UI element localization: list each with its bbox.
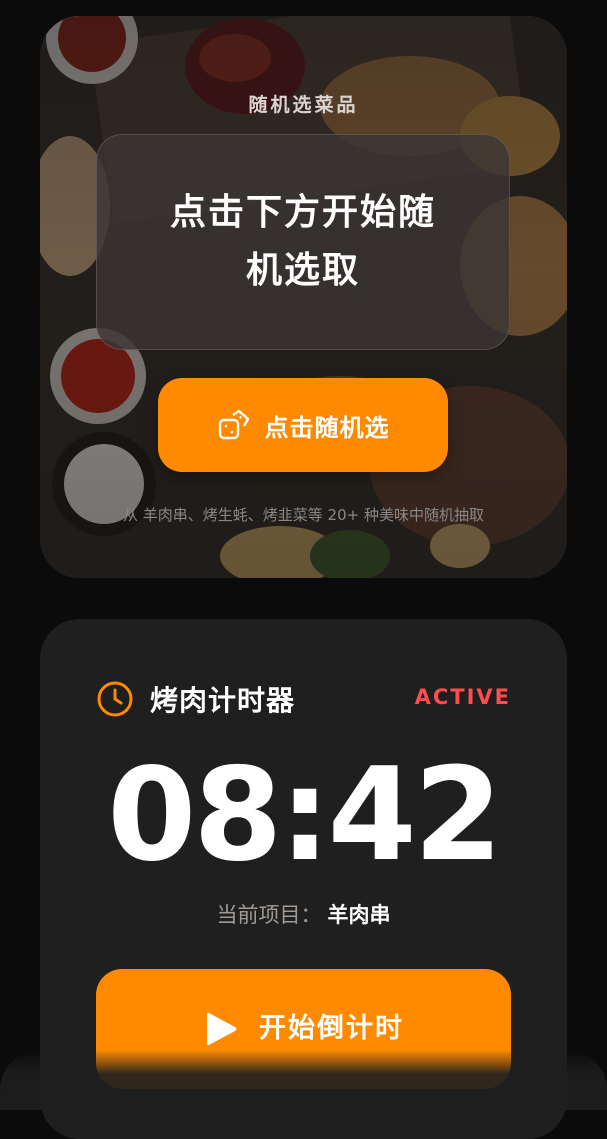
random-pick-label: 点击随机选 bbox=[264, 413, 390, 442]
start-countdown-label: 开始倒计时 bbox=[259, 1013, 404, 1044]
random-picker-card: 随机选菜品 点击下方开始随 机选取 点击随机选 从 羊肉串、烤生蚝、烤韭菜等 2… bbox=[40, 16, 567, 578]
timer-countdown: 08:42 bbox=[107, 741, 502, 890]
result-text: 点击下方开始随 机选取 bbox=[170, 184, 436, 300]
result-text-line: 点击下方开始随 bbox=[169, 192, 436, 233]
timer-status-badge: ACTIVE bbox=[414, 685, 511, 709]
current-item: 当前项目： 羊肉串 bbox=[40, 899, 567, 929]
current-item-label: 当前项目： bbox=[216, 903, 322, 927]
dice-icon bbox=[218, 409, 249, 440]
result-text-line: 机选取 bbox=[245, 250, 360, 291]
random-pick-button[interactable]: 点击随机选 bbox=[158, 378, 448, 472]
clock-icon bbox=[97, 681, 133, 717]
current-item-value: 羊肉串 bbox=[327, 903, 391, 927]
timer-header: 烤肉计时器 bbox=[96, 679, 295, 719]
bottom-navigation-bar bbox=[0, 1050, 607, 1110]
picker-title: 随机选菜品 bbox=[248, 94, 359, 116]
play-icon bbox=[207, 1012, 237, 1046]
timer-title: 烤肉计时器 bbox=[150, 684, 296, 717]
result-display: 点击下方开始随 机选取 bbox=[96, 134, 510, 350]
picker-hint: 从 羊肉串、烤生蚝、烤韭菜等 20+ 种美味中随机抽取 bbox=[123, 506, 484, 524]
